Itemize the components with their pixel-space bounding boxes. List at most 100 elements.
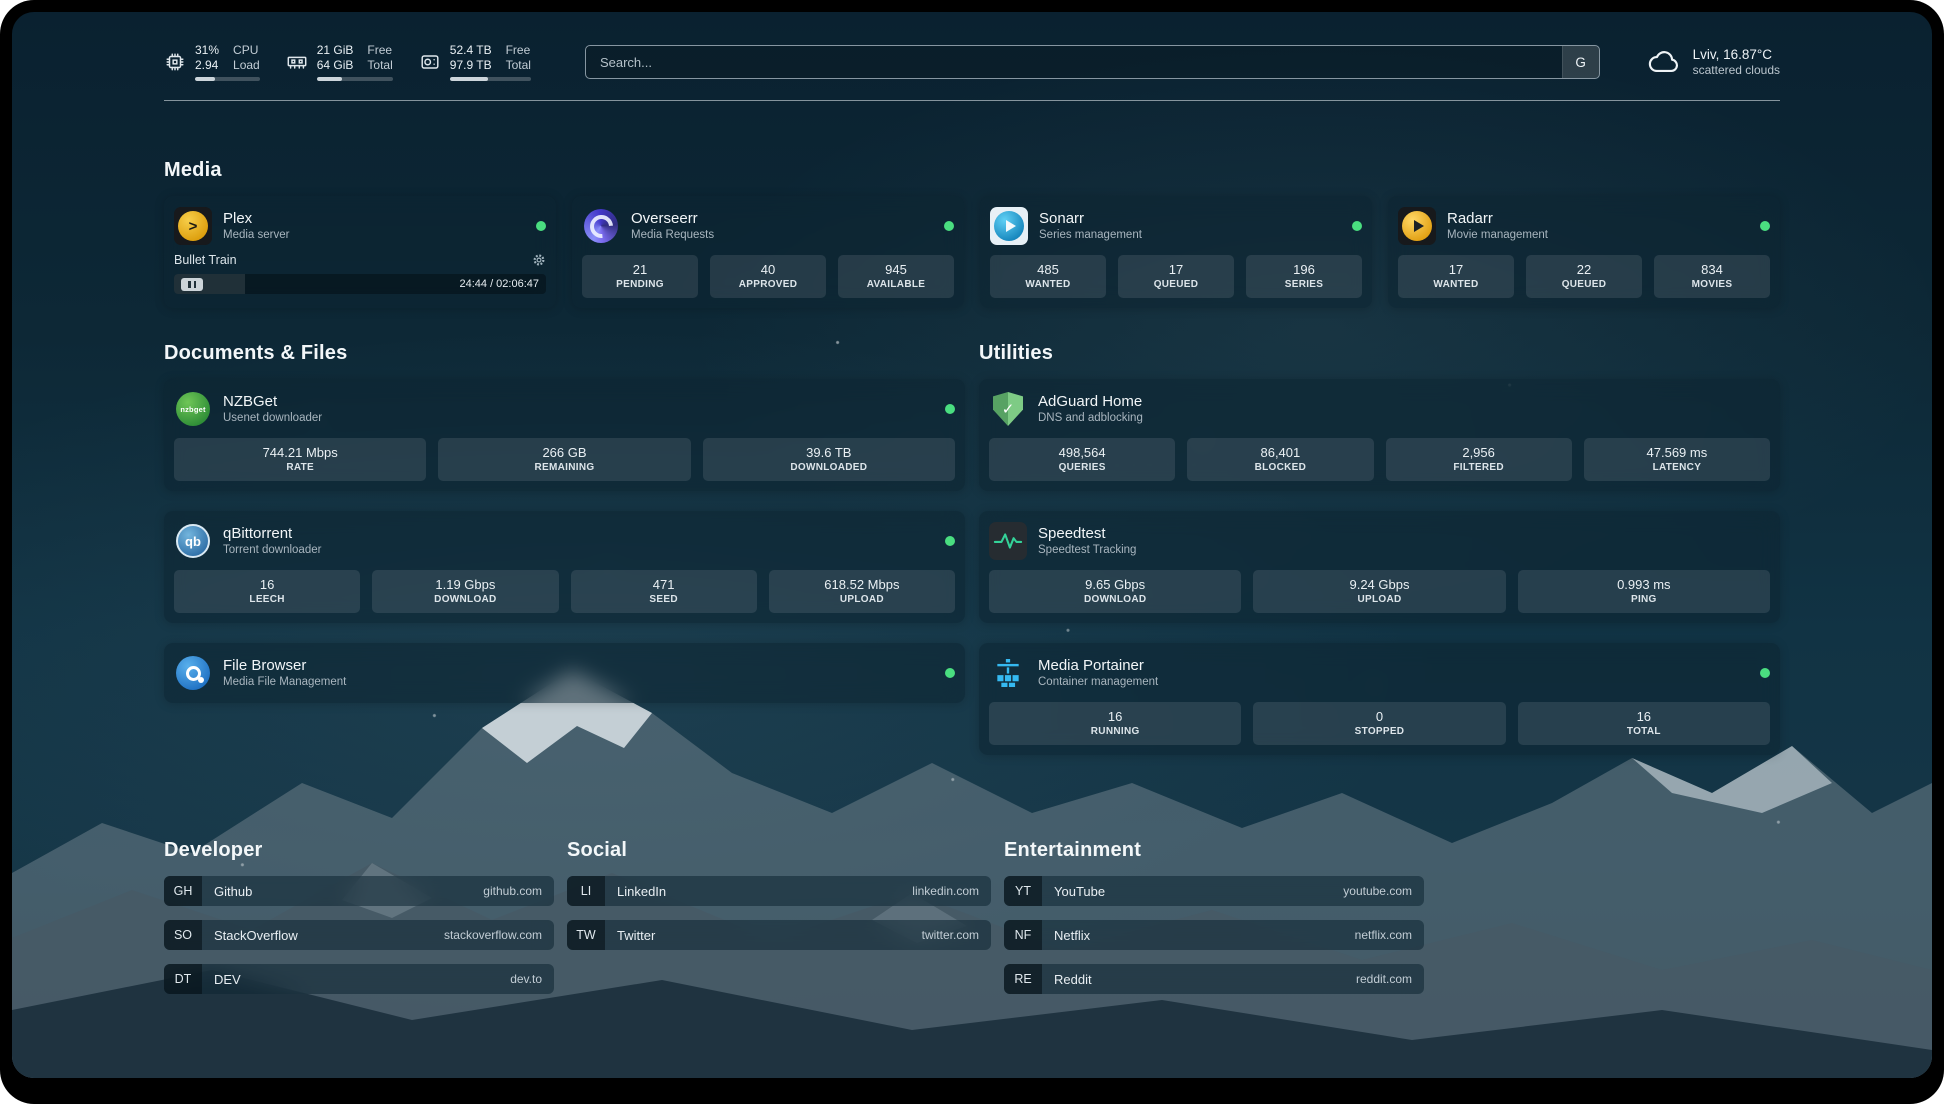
section-media: Media > Plex Media server bbox=[164, 159, 1780, 308]
service-subtitle: Speedtest Tracking bbox=[1038, 543, 1136, 558]
search-provider-button[interactable]: G bbox=[1562, 46, 1599, 78]
memory-monitor: 21 GiB Free 64 GiB Total bbox=[286, 43, 393, 81]
stat-upload: 618.52 Mbps UPLOAD bbox=[769, 570, 955, 613]
bookmark-netflix[interactable]: NF Netflix netflix.com bbox=[1004, 920, 1424, 950]
playback-progress-bar[interactable]: 24:44 / 02:06:47 bbox=[174, 274, 546, 294]
bookmarks-area: Developer GH Github github.com SO StackO… bbox=[164, 839, 1780, 1018]
stat-queued: 17 QUEUED bbox=[1118, 255, 1234, 298]
service-subtitle: Torrent downloader bbox=[223, 543, 321, 558]
service-title: NZBGet bbox=[223, 392, 322, 411]
service-card-overseerr[interactable]: Overseerr Media Requests 21 PENDING bbox=[572, 196, 964, 308]
disk-usage-bar bbox=[450, 77, 531, 81]
settings-gear-icon[interactable] bbox=[532, 253, 546, 267]
stat-ping: 0.993 ms PING bbox=[1518, 570, 1770, 613]
bookmark-abbr: NF bbox=[1004, 920, 1042, 950]
stat-available: 945 AVAILABLE bbox=[838, 255, 954, 298]
section-utilities: Utilities ✓ AdGuard Home DNS and adblock… bbox=[979, 342, 1780, 775]
window-frame: 31% CPU 2.94 Load bbox=[0, 0, 1944, 1104]
pause-button[interactable] bbox=[181, 278, 203, 291]
service-title: File Browser bbox=[223, 656, 346, 675]
stat-download: 1.19 Gbps DOWNLOAD bbox=[372, 570, 558, 613]
section-heading-developer: Developer bbox=[164, 839, 554, 862]
dashboard-background: 31% CPU 2.94 Load bbox=[12, 12, 1932, 1078]
section-heading-social: Social bbox=[567, 839, 991, 862]
service-subtitle: Container management bbox=[1038, 675, 1158, 690]
status-dot bbox=[945, 668, 955, 678]
portainer-icon bbox=[989, 654, 1027, 692]
bookmark-abbr: YT bbox=[1004, 876, 1042, 906]
bookmark-reddit[interactable]: RE Reddit reddit.com bbox=[1004, 964, 1424, 994]
service-card-nzbget[interactable]: nzbget NZBGet Usenet downloader 744.21 M… bbox=[164, 379, 965, 491]
filebrowser-icon bbox=[174, 654, 212, 692]
search-input[interactable] bbox=[586, 46, 1562, 78]
service-card-filebrowser[interactable]: File Browser Media File Management bbox=[164, 643, 965, 703]
bookmark-twitter[interactable]: TW Twitter twitter.com bbox=[567, 920, 991, 950]
service-card-speedtest[interactable]: Speedtest Speedtest Tracking 9.65 Gbps D… bbox=[979, 511, 1780, 623]
service-card-qbittorrent[interactable]: qb qBittorrent Torrent downloader 16 LEE… bbox=[164, 511, 965, 623]
memory-total-value: 64 GiB bbox=[317, 58, 354, 73]
bookmark-abbr: LI bbox=[567, 876, 605, 906]
status-dot bbox=[1760, 221, 1770, 231]
dashboard-content: 31% CPU 2.94 Load bbox=[12, 12, 1932, 1018]
disk-label-bottom: Total bbox=[506, 58, 531, 73]
stat-queries: 498,564 QUERIES bbox=[989, 438, 1175, 481]
service-title: Speedtest bbox=[1038, 524, 1136, 543]
status-dot bbox=[945, 536, 955, 546]
stat-leech: 16 LEECH bbox=[174, 570, 360, 613]
stat-pending: 21 PENDING bbox=[582, 255, 698, 298]
stat-seed: 471 SEED bbox=[571, 570, 757, 613]
bookmark-group-developer: Developer GH Github github.com SO StackO… bbox=[164, 839, 554, 994]
service-title: qBittorrent bbox=[223, 524, 321, 543]
service-card-sonarr[interactable]: Sonarr Series management 485 WANTED bbox=[980, 196, 1372, 308]
sonarr-icon bbox=[990, 207, 1028, 245]
section-heading-utilities: Utilities bbox=[979, 342, 1780, 365]
service-card-portainer[interactable]: Media Portainer Container management 16 … bbox=[979, 643, 1780, 755]
service-title: Plex bbox=[223, 209, 289, 228]
service-card-plex[interactable]: > Plex Media server Bullet Train bbox=[164, 196, 556, 308]
service-subtitle: Media Requests bbox=[631, 228, 714, 243]
overseerr-icon bbox=[582, 207, 620, 245]
stat-remaining: 266 GB REMAINING bbox=[438, 438, 690, 481]
disk-label-top: Free bbox=[506, 43, 531, 58]
service-subtitle: Media File Management bbox=[223, 675, 346, 690]
stat-stopped: 0 STOPPED bbox=[1253, 702, 1505, 745]
memory-free-value: 21 GiB bbox=[317, 43, 354, 58]
weather-condition: scattered clouds bbox=[1693, 63, 1780, 78]
service-title: Sonarr bbox=[1039, 209, 1142, 228]
stat-movies: 834 MOVIES bbox=[1654, 255, 1770, 298]
cpu-label-top: CPU bbox=[233, 43, 260, 58]
service-title: Media Portainer bbox=[1038, 656, 1158, 675]
disk-monitor: 52.4 TB Free 97.9 TB Total bbox=[419, 43, 531, 81]
service-card-adguard[interactable]: ✓ AdGuard Home DNS and adblocking 498,56… bbox=[979, 379, 1780, 491]
service-subtitle: Series management bbox=[1039, 228, 1142, 243]
disk-free-value: 52.4 TB bbox=[450, 43, 492, 58]
bookmark-youtube[interactable]: YT YouTube youtube.com bbox=[1004, 876, 1424, 906]
disk-total-value: 97.9 TB bbox=[450, 58, 492, 73]
bookmark-github[interactable]: GH Github github.com bbox=[164, 876, 554, 906]
service-subtitle: Movie management bbox=[1447, 228, 1548, 243]
status-dot bbox=[1352, 221, 1362, 231]
stat-upload: 9.24 Gbps UPLOAD bbox=[1253, 570, 1505, 613]
service-card-radarr[interactable]: Radarr Movie management 17 WANTED 2 bbox=[1388, 196, 1780, 308]
section-documents-files: Documents & Files nzbget NZBGet Usenet d… bbox=[164, 342, 965, 775]
memory-usage-bar bbox=[317, 77, 393, 81]
service-subtitle: Usenet downloader bbox=[223, 411, 322, 426]
bookmark-dev[interactable]: DT DEV dev.to bbox=[164, 964, 554, 994]
stat-wanted: 485 WANTED bbox=[990, 255, 1106, 298]
bookmark-linkedin[interactable]: LI LinkedIn linkedin.com bbox=[567, 876, 991, 906]
section-heading-entertainment: Entertainment bbox=[1004, 839, 1424, 862]
stat-download: 9.65 Gbps DOWNLOAD bbox=[989, 570, 1241, 613]
status-dot bbox=[1760, 668, 1770, 678]
stat-latency: 47.569 ms LATENCY bbox=[1584, 438, 1770, 481]
cpu-icon bbox=[164, 51, 186, 73]
topbar-divider bbox=[164, 100, 1780, 101]
bookmark-group-entertainment: Entertainment YT YouTube youtube.com NF … bbox=[1004, 839, 1424, 994]
bookmark-abbr: GH bbox=[164, 876, 202, 906]
disk-icon bbox=[419, 51, 441, 73]
bookmark-stackoverflow[interactable]: SO StackOverflow stackoverflow.com bbox=[164, 920, 554, 950]
section-heading-media: Media bbox=[164, 159, 1780, 182]
stat-rate: 744.21 Mbps RATE bbox=[174, 438, 426, 481]
service-title: Radarr bbox=[1447, 209, 1548, 228]
memory-label-bottom: Total bbox=[367, 58, 392, 73]
memory-icon bbox=[286, 51, 308, 73]
